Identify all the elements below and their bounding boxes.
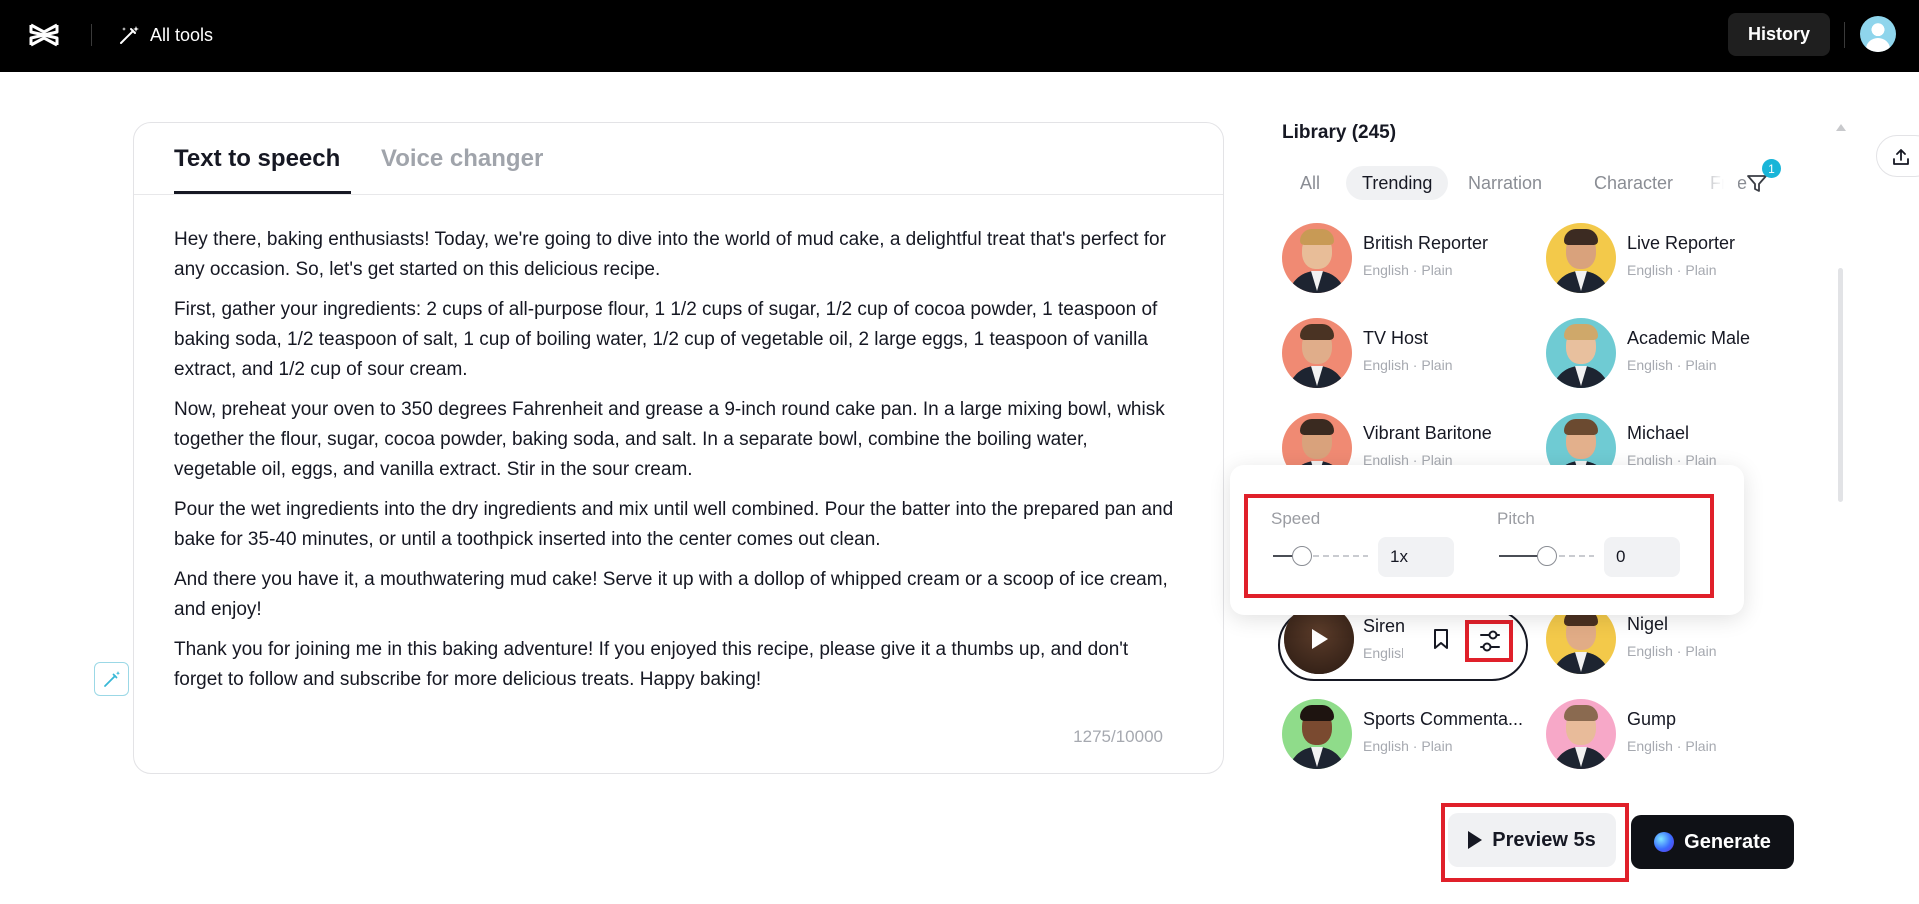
character-count: 1275/10000 (1073, 727, 1163, 746)
upload-side-button[interactable] (1876, 135, 1919, 177)
voice-name: TV Host (1363, 328, 1429, 348)
voice-item-tv-host[interactable]: TV Host English · Plain (1282, 318, 1532, 390)
voice-item-academic-male[interactable]: Academic Male English · Plain (1546, 318, 1796, 390)
script-paragraph: And there you have it, a mouthwatering m… (174, 569, 1168, 620)
voice-meta: English · Plain (1363, 357, 1453, 373)
library-title: Library (245) (1282, 122, 1397, 143)
voice-name: British Reporter (1363, 233, 1489, 253)
voice-item-sports-commentator[interactable]: Sports Commenta... English · Plain (1282, 699, 1532, 771)
mode-tabs: Text to speech Voice changer (134, 123, 1223, 195)
capcut-logo-icon[interactable] (28, 20, 60, 50)
script-paragraph: First, gather your ingredients: 2 cups o… (174, 299, 1158, 380)
script-paragraph: Pour the wet ingredients into the dry in… (174, 499, 1174, 550)
library-tab-trending[interactable]: Trending (1346, 166, 1449, 200)
voice-name: Vibrant Baritone (1363, 423, 1492, 443)
magic-wand-icon (103, 671, 120, 687)
voice-avatar (1282, 318, 1352, 388)
voice-name: Michael (1627, 423, 1690, 443)
library-tab-all[interactable]: All (1284, 166, 1336, 200)
all-tools-label: All tools (150, 24, 214, 45)
generate-button[interactable]: Generate (1631, 815, 1794, 869)
library-scrollbar[interactable] (1838, 268, 1843, 502)
tab-voice-changer[interactable]: Voice changer (381, 145, 543, 173)
upload-icon (1893, 149, 1909, 165)
voice-meta: English · Plain (1627, 738, 1717, 754)
divider (1844, 22, 1845, 48)
script-editor-card: Text to speech Voice changer Hey there, … (133, 122, 1224, 774)
tabs-fade (1692, 160, 1738, 206)
voice-name: Sports Commenta... (1363, 709, 1524, 729)
script-paragraph: Now, preheat your oven to 350 degrees Fa… (174, 399, 1165, 480)
library-tab-narration[interactable]: Narration (1452, 166, 1558, 200)
script-paragraph: Thank you for joining me in this baking … (174, 639, 1129, 690)
play-icon (1312, 629, 1328, 649)
voice-item-british-reporter[interactable]: British Reporter English · Plain (1282, 223, 1532, 295)
preview-button-highlight (1441, 803, 1629, 882)
generate-orb-icon (1654, 832, 1675, 852)
voice-name: Siren (1363, 616, 1406, 636)
voice-name: Academic Male (1627, 328, 1751, 348)
voice-meta: English · Plain (1627, 643, 1717, 659)
voice-item-live-reporter[interactable]: Live Reporter English · Plain (1546, 223, 1796, 295)
voice-name: Live Reporter (1627, 233, 1736, 253)
settings-button-highlight (1465, 620, 1513, 662)
all-tools-button[interactable]: All tools (118, 22, 213, 48)
ai-rewrite-button[interactable] (94, 662, 129, 696)
script-text-area[interactable]: Hey there, baking enthusiasts! Today, we… (174, 225, 1174, 705)
voice-meta: English · Plain (1363, 645, 1403, 661)
top-bar: All tools History (0, 0, 1919, 72)
voice-meta: English · Plain (1627, 357, 1717, 373)
library-tab-character[interactable]: Character (1578, 166, 1689, 200)
voice-name: Gump (1627, 709, 1677, 729)
voice-name: Nigel (1627, 614, 1669, 634)
voice-meta: English · Plain (1363, 262, 1453, 278)
voice-avatar (1546, 223, 1616, 293)
voice-meta: English · Plain (1627, 262, 1717, 278)
voice-avatar (1546, 699, 1616, 769)
user-avatar[interactable] (1860, 16, 1896, 52)
magic-wand-icon (120, 26, 139, 44)
active-tab-indicator (174, 191, 351, 194)
history-button[interactable]: History (1728, 13, 1830, 56)
scroll-up-arrow-icon[interactable] (1836, 124, 1846, 131)
tab-text-to-speech[interactable]: Text to speech (174, 145, 340, 173)
voice-avatar (1546, 318, 1616, 388)
script-paragraph: Hey there, baking enthusiasts! Today, we… (174, 229, 1166, 280)
voice-meta: English · Plain (1363, 738, 1453, 754)
generate-label: Generate (1684, 830, 1771, 853)
voice-avatar (1282, 699, 1352, 769)
speed-pitch-highlight (1244, 494, 1714, 598)
voice-avatar (1282, 223, 1352, 293)
divider (91, 24, 92, 46)
filter-count-badge: 1 (1762, 159, 1781, 178)
bookmark-icon[interactable] (1430, 627, 1452, 651)
voice-item-gump[interactable]: Gump English · Plain (1546, 699, 1796, 771)
